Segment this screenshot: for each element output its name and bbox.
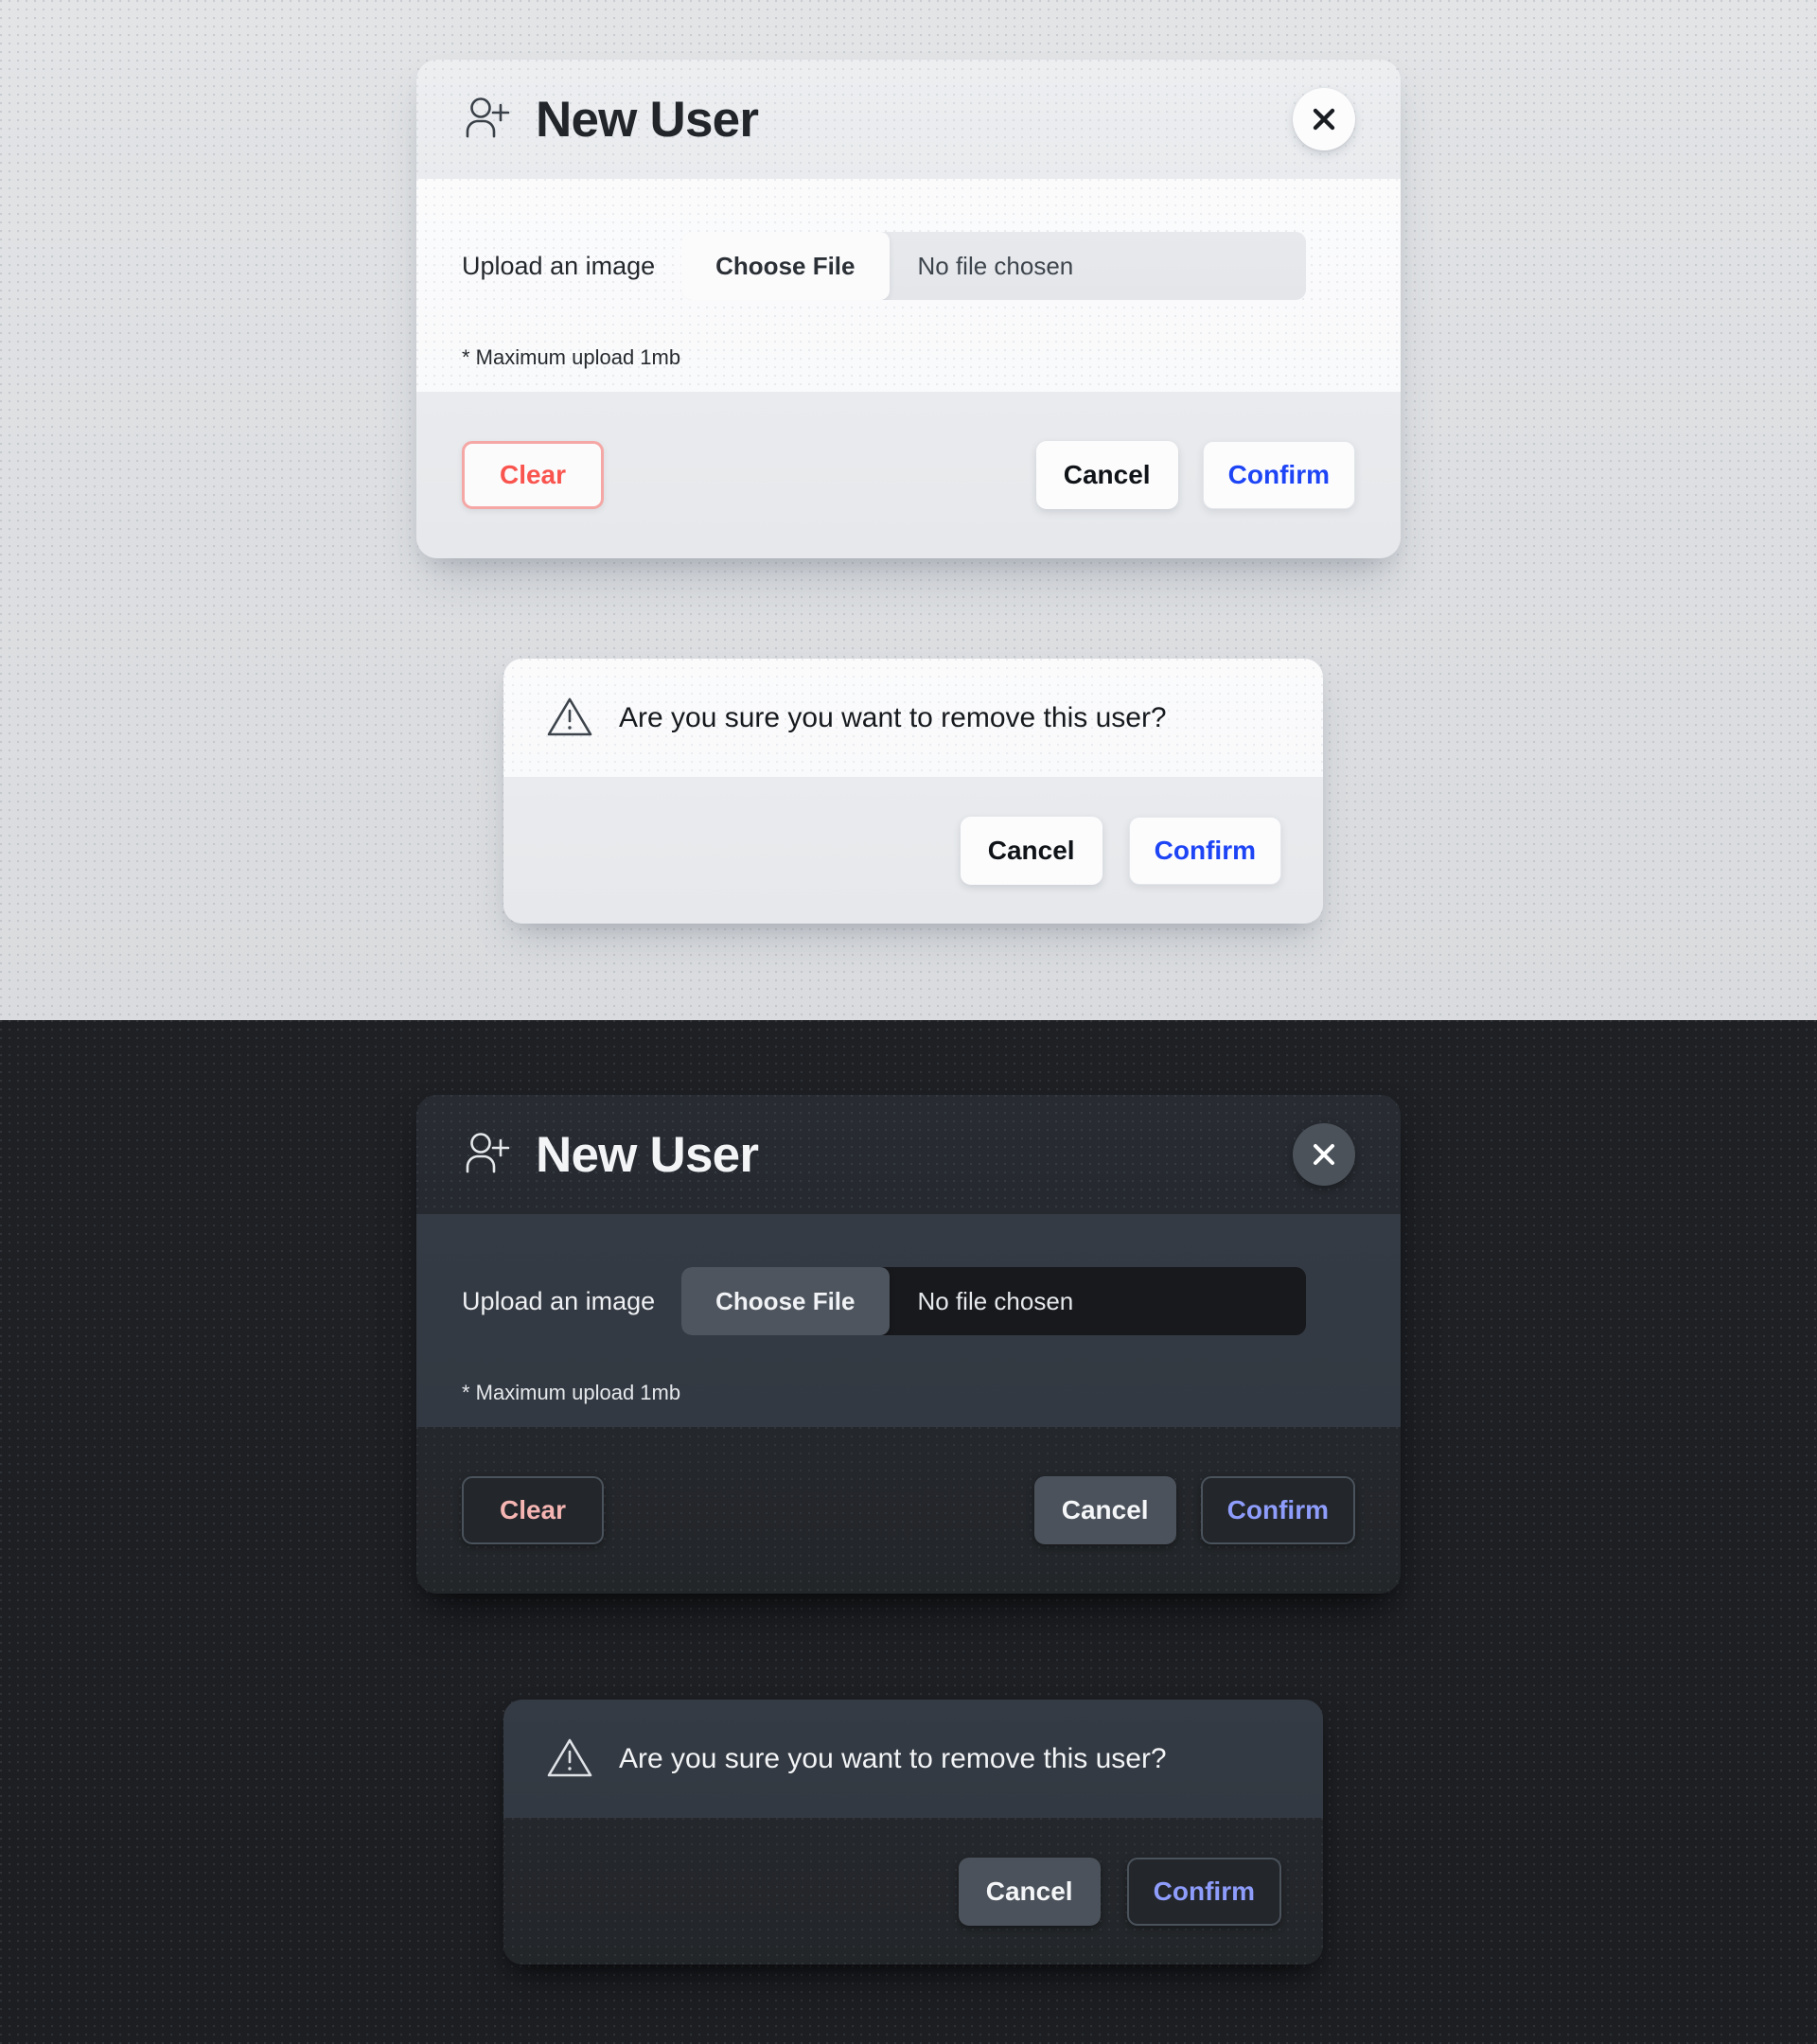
file-input-control[interactable]: Choose File No file chosen <box>681 232 1307 300</box>
confirm-message-area: Are you sure you want to remove this use… <box>503 659 1323 777</box>
page-title: New User <box>536 1126 759 1183</box>
warning-triangle-icon <box>547 697 592 735</box>
upload-row: Upload an image Choose File No file chos… <box>462 179 1355 300</box>
confirm-button-area: Cancel Confirm <box>503 1818 1323 1965</box>
confirm-dialog-cancel-button[interactable]: Cancel <box>960 816 1103 885</box>
user-add-icon <box>466 97 510 138</box>
upload-label: Upload an image <box>462 1286 656 1315</box>
user-add-icon <box>466 1133 510 1173</box>
confirm-dialog-confirm-button[interactable]: Confirm <box>1126 1857 1281 1926</box>
modal-footer: Clear Cancel Confirm <box>416 392 1401 558</box>
footer-button-group: Cancel Confirm <box>1035 441 1355 509</box>
remove-user-confirm-dialog-dark: Are you sure you want to remove this use… <box>503 1700 1323 1965</box>
upload-hint: * Maximum upload 1mb <box>462 1381 681 1404</box>
confirm-message: Are you sure you want to remove this use… <box>619 1742 1167 1774</box>
modal-header-left: New User <box>462 94 1293 145</box>
confirm-button-area: Cancel Confirm <box>503 777 1323 924</box>
modal-header: New User <box>416 60 1401 179</box>
file-status-text: No file chosen <box>917 1286 1074 1315</box>
file-status-text: No file chosen <box>917 251 1074 280</box>
confirm-button[interactable]: Confirm <box>1202 441 1355 509</box>
confirm-button[interactable]: Confirm <box>1200 1476 1355 1544</box>
cancel-button[interactable]: Cancel <box>1033 1476 1176 1544</box>
modal-body: Upload an image Choose File No file chos… <box>416 179 1401 392</box>
remove-user-confirm-dialog-light: Are you sure you want to remove this use… <box>503 659 1323 924</box>
page-title: New User <box>536 91 759 148</box>
upload-row: Upload an image Choose File No file chos… <box>462 1214 1355 1335</box>
choose-file-button[interactable]: Choose File <box>681 1267 890 1335</box>
new-user-modal-dark: New User Upload an image Choose File No … <box>416 1095 1401 1594</box>
confirm-message: Are you sure you want to remove this use… <box>619 701 1167 733</box>
close-icon <box>1313 108 1335 131</box>
footer-inner: Clear Cancel Confirm <box>462 1476 1355 1544</box>
clear-button[interactable]: Clear <box>462 1476 604 1544</box>
modal-footer: Clear Cancel Confirm <box>416 1427 1401 1594</box>
new-user-modal-light: New User Upload an image Choose File No … <box>416 60 1401 558</box>
upload-hint: * Maximum upload 1mb <box>462 345 681 369</box>
modal-header-left: New User <box>462 1129 1293 1180</box>
confirm-message-area: Are you sure you want to remove this use… <box>503 1700 1323 1818</box>
modal-body: Upload an image Choose File No file chos… <box>416 1214 1401 1427</box>
cancel-button[interactable]: Cancel <box>1035 441 1178 509</box>
close-button[interactable] <box>1293 1123 1355 1186</box>
footer-button-group: Cancel Confirm <box>1033 1476 1355 1544</box>
warning-triangle-icon <box>547 1738 592 1776</box>
upload-label: Upload an image <box>462 251 656 280</box>
confirm-dialog-cancel-button[interactable]: Cancel <box>958 1857 1101 1926</box>
choose-file-button[interactable]: Choose File <box>681 232 890 300</box>
close-icon <box>1314 1144 1334 1165</box>
footer-inner: Clear Cancel Confirm <box>462 441 1355 509</box>
confirm-dialog-confirm-button[interactable]: Confirm <box>1128 816 1281 885</box>
clear-button[interactable]: Clear <box>462 441 604 509</box>
modal-header: New User <box>416 1095 1401 1214</box>
screenshot-root: New User Upload an image Choose File No … <box>0 0 1817 2044</box>
close-button[interactable] <box>1293 88 1355 150</box>
file-input-control[interactable]: Choose File No file chosen <box>681 1267 1307 1335</box>
